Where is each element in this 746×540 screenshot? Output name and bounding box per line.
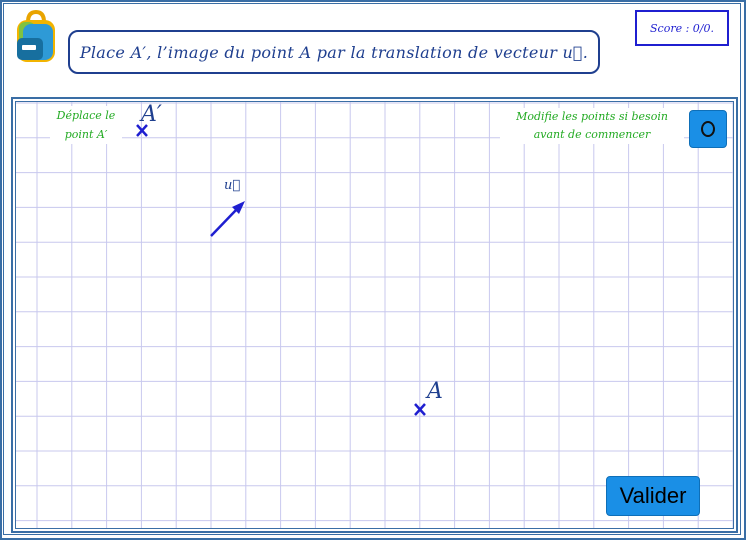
hint-modify-points: Modifie les points si besoin avant de co… bbox=[500, 108, 684, 144]
instruction-banner: Place A′, l’image du point A par la tran… bbox=[68, 30, 600, 74]
hint-left-line1: Déplace le bbox=[56, 109, 116, 122]
score-text: Score : 0/0. bbox=[650, 21, 714, 35]
hint-left-line2: point A′ bbox=[64, 128, 108, 141]
reset-points-button[interactable] bbox=[689, 110, 727, 148]
hint-right-line2: avant de commencer bbox=[533, 128, 651, 141]
hint-right-line1: Modifie les points si besoin bbox=[516, 110, 668, 123]
validate-button[interactable]: Valider bbox=[606, 476, 700, 516]
score-box: Score : 0/0. bbox=[635, 10, 729, 46]
hint-move-point: Déplace le point A′ bbox=[50, 106, 122, 144]
vector-u[interactable] bbox=[210, 201, 245, 237]
vector-u-label: u⃗ bbox=[224, 178, 241, 193]
grid-canvas[interactable] bbox=[16, 102, 733, 528]
point-a-prime-label: A′ bbox=[141, 102, 162, 127]
circle-reset-icon bbox=[701, 121, 715, 137]
instruction-text: Place A′, l’image du point A par la tran… bbox=[79, 42, 589, 62]
point-a-label: A bbox=[427, 379, 443, 404]
grid-lines bbox=[16, 102, 733, 528]
backpack-icon bbox=[17, 10, 55, 62]
